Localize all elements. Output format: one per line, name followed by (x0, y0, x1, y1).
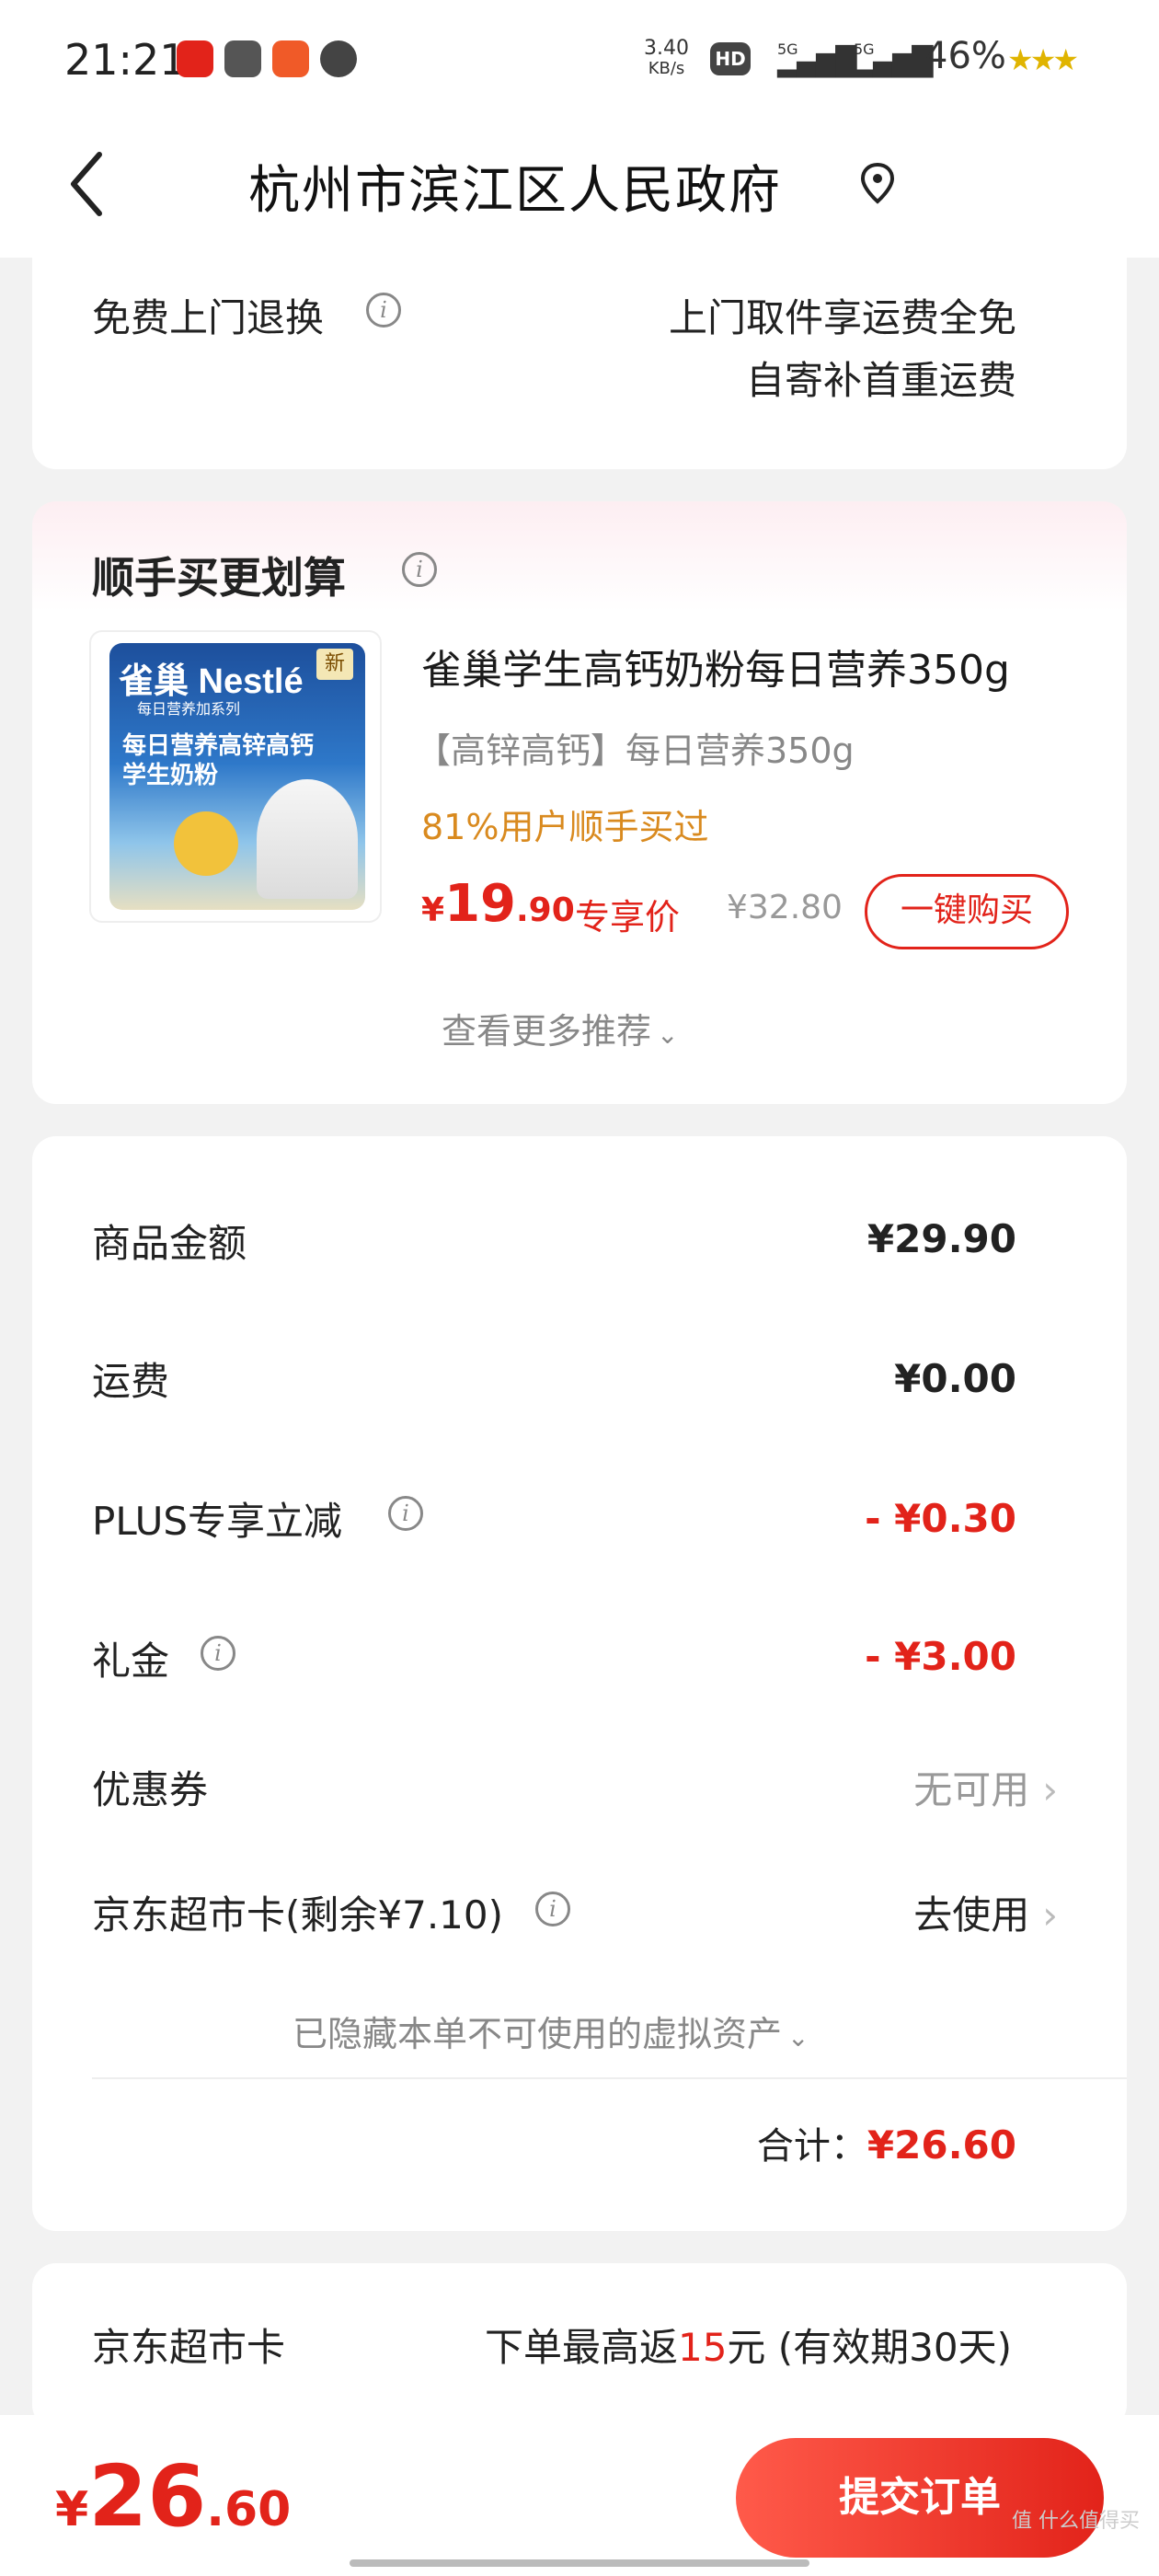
signal-icon: ▂▄▆█ (777, 46, 856, 78)
more-recommend-link[interactable]: 查看更多推荐 ⌄ (442, 1003, 678, 1053)
price-tag: 专享价 (575, 897, 681, 937)
summary-label-card: 京东超市卡(剩余¥7.10) (92, 1892, 504, 1938)
info-icon[interactable]: i (388, 1496, 423, 1531)
product-image[interactable]: 雀巢 Nestlé 每日营养加系列 每日营养高锌高钙 学生奶粉 新 (89, 630, 382, 923)
nestle-logo: 雀巢 Nestlé (119, 662, 304, 701)
status-time: 21:21 (64, 35, 187, 85)
summary-label-coupon: 优惠券 (92, 1767, 209, 1812)
app-icon (224, 40, 261, 77)
hidden-assets-toggle[interactable]: 已隐藏本单不可使用的虚拟资产 ⌄ (293, 2006, 809, 2056)
product-price: ¥19.90 (421, 874, 575, 934)
signal-icon: ▂▄▆█ (854, 46, 933, 78)
summary-value-shipping: ¥0.00 (894, 1356, 1016, 1401)
divider (92, 2077, 1127, 2079)
watermark: 值 什么值得买 (1012, 2510, 1140, 2533)
page-title: 杭州市滨江区人民政府 (248, 161, 782, 221)
jd-card-use-row[interactable]: 去使用 › (913, 1884, 1058, 1940)
hd-icon: HD (710, 42, 751, 75)
network-speed: 3.40 KB/s (644, 37, 689, 79)
chevron-down-icon: ⌄ (657, 1019, 679, 1050)
jd-card-promo: 下单最高返15元 (有效期30天) (484, 2325, 1012, 2370)
summary-value-plus: - ¥0.30 (865, 1496, 1016, 1541)
netease-music-icon (177, 40, 213, 77)
chevron-right-icon: › (1042, 1892, 1058, 1938)
summary-label-gift: 礼金 (92, 1639, 170, 1684)
badge-icon (174, 811, 238, 876)
image-series: 每日营养加系列 (137, 700, 241, 718)
chevron-left-icon[interactable] (64, 147, 110, 221)
one-click-buy-button[interactable]: 一键购买 (865, 874, 1069, 949)
submit-order-button[interactable]: 提交订单 (736, 2438, 1104, 2558)
summary-total: 合计：¥26.60 (756, 2122, 1016, 2168)
summary-value-gift: - ¥3.00 (865, 1634, 1016, 1679)
chevron-right-icon: › (1042, 1767, 1058, 1812)
jd-card-label: 京东超市卡 (92, 2325, 286, 2370)
info-icon[interactable]: i (535, 1892, 570, 1926)
product-spec: 【高锌高钙】每日营养350g (416, 730, 855, 771)
coupon-row[interactable]: 无可用 › (913, 1759, 1058, 1815)
battery-percent: 46% (924, 35, 1006, 77)
recommend-title: 顺手买更划算 (92, 553, 346, 603)
link-icon (320, 40, 357, 77)
product-name[interactable]: 雀巢学生高钙奶粉每日营养350g (421, 637, 1010, 696)
info-icon[interactable]: i (366, 293, 401, 328)
footer-total-price: ¥26.60 (55, 2447, 292, 2546)
summary-card (32, 1136, 1127, 2231)
summary-label-goods: 商品金额 (92, 1221, 247, 1266)
return-line2: 自寄补首重运费 (745, 358, 1016, 403)
summary-label-plus: PLUS专享立减 (92, 1499, 343, 1544)
social-proof: 81%用户顺手买过 (421, 807, 709, 847)
location-pin-icon[interactable] (859, 161, 896, 207)
chevron-down-icon: ⌄ (787, 2022, 809, 2053)
info-icon[interactable]: i (201, 1636, 235, 1671)
milk-glass-icon (257, 779, 358, 899)
app-icon (272, 40, 309, 77)
star-icon: ★★★ (1007, 42, 1079, 77)
summary-label-shipping: 运费 (92, 1359, 170, 1404)
new-badge: 新 (316, 649, 353, 680)
home-indicator[interactable] (350, 2559, 809, 2567)
return-line1: 上门取件享运费全免 (668, 295, 1016, 340)
original-price: ¥32.80 (727, 889, 843, 926)
summary-value-goods: ¥29.90 (866, 1216, 1016, 1261)
info-icon[interactable]: i (402, 552, 437, 587)
image-title: 每日营养高锌高钙 学生奶粉 (122, 732, 315, 789)
return-label: 免费上门退换 (92, 295, 325, 340)
